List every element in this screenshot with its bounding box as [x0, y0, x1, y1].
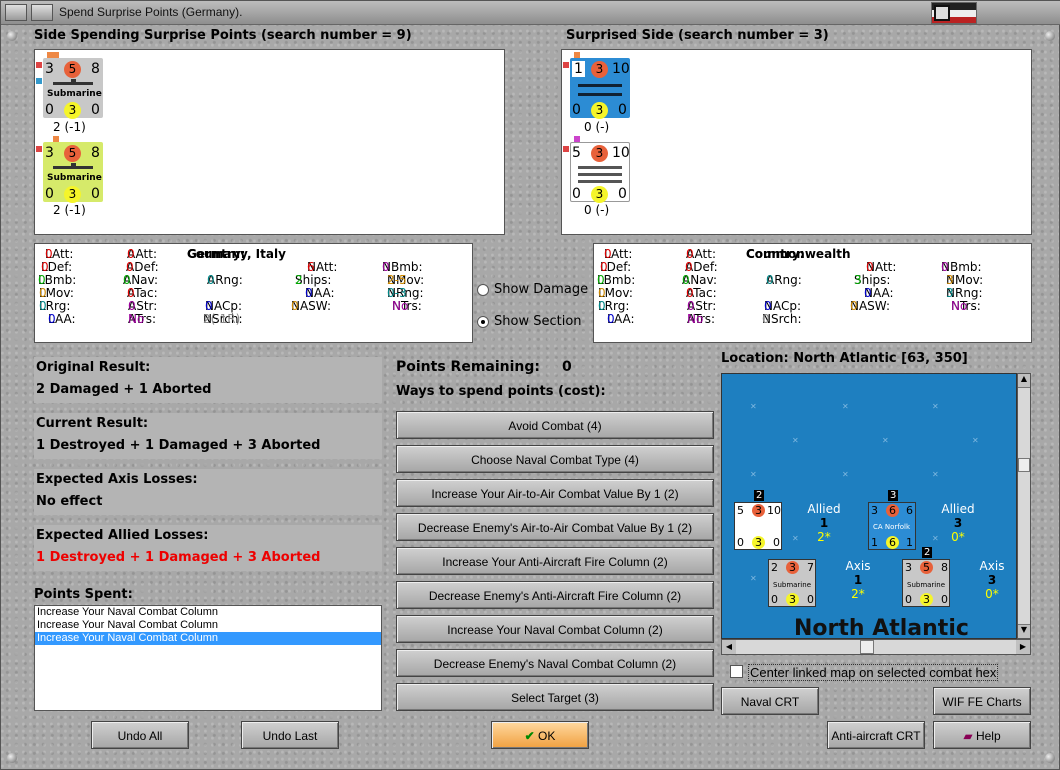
surprised-side-title: Surprised Side (search number = 3): [566, 28, 829, 43]
stats-right-panel: LAtt: 0 AAtt: 0 Country: Commonwealth NA…: [593, 243, 1032, 343]
center-linked-label: Center linked map on selected combat hex: [748, 664, 999, 681]
help-button[interactable]: ▰ Help: [933, 721, 1031, 749]
unit-value: 2 (-1): [53, 203, 86, 217]
points-remaining-label: Points Remaining:: [396, 359, 541, 375]
stats-left-panel: LAtt: 0 AAtt: 0 Country: Germany, Italy …: [34, 243, 473, 343]
increase-naval-combat-button[interactable]: Increase Your Naval Combat Column (2): [396, 615, 714, 643]
spending-side-title: Side Spending Surprise Points (search nu…: [34, 28, 412, 43]
show-section-radio[interactable]: [477, 316, 489, 328]
checkmark-icon: ✔: [524, 729, 535, 743]
anti-aircraft-crt-button[interactable]: Anti-aircraft CRT: [827, 721, 925, 749]
decrease-enemy-anti-aircraft-button[interactable]: Decrease Enemy's Anti-Aircraft Fire Colu…: [396, 581, 714, 609]
spending-side-units: 3 5 8 Submarine 0 3 0 2 (-1) 3 5 8 Subma…: [34, 49, 505, 235]
map-sub-counter[interactable]: 358 Submarine 030: [902, 559, 950, 607]
scroll-right-icon[interactable]: ▶: [1016, 640, 1030, 654]
map-sub-counter[interactable]: 237 Submarine 030: [768, 559, 816, 607]
undo-last-button[interactable]: Undo Last: [241, 721, 339, 749]
show-damage-label: Show Damage: [494, 282, 589, 297]
wif-fe-charts-button[interactable]: WIF FE Charts: [933, 687, 1031, 715]
decrease-enemy-naval-combat-button[interactable]: Decrease Enemy's Naval Combat Column (2): [396, 649, 714, 677]
points-spent-list[interactable]: Increase Your Naval Combat Column Increa…: [34, 605, 382, 711]
stack-count: 2: [754, 490, 765, 501]
system-menu-button[interactable]: [5, 4, 27, 21]
increase-anti-aircraft-button[interactable]: Increase Your Anti-Aircraft Fire Column …: [396, 547, 714, 575]
sea-area-name: North Atlantic: [794, 616, 969, 639]
allied-hex-1: Allied 1 2*: [807, 502, 841, 544]
scroll-thumb[interactable]: [860, 640, 874, 654]
location-label: Location: North Atlantic [63, 350]: [721, 351, 968, 366]
undo-all-button[interactable]: Undo All: [91, 721, 189, 749]
germany-flag-icon: [931, 2, 977, 24]
avoid-combat-button[interactable]: Avoid Combat (4): [396, 411, 714, 439]
unit-value: 2 (-1): [53, 120, 86, 134]
show-section-label: Show Section: [494, 314, 582, 329]
select-target-button[interactable]: Select Target (3): [396, 683, 714, 711]
list-item[interactable]: Increase Your Naval Combat Column: [35, 606, 381, 619]
current-result-value: 1 Destroyed + 1 Damaged + 3 Aborted: [34, 435, 382, 459]
help-book-icon: ▰: [963, 729, 973, 743]
title-bar: Spend Surprise Points (Germany).: [1, 1, 1060, 25]
location-map[interactable]: ✕ ✕ ✕ ✕ ✕ ✕ ✕ ✕ ✕ ✕ ✕ ✕ 5 3 10 030 2 Allied 1 2* 366…: [721, 373, 1017, 639]
center-linked-checkbox[interactable]: [730, 665, 743, 678]
stack-count: 2: [922, 547, 933, 558]
decrease-enemy-air-to-air-button[interactable]: Decrease Enemy's Air-to-Air Combat Value…: [396, 513, 714, 541]
window-title: Spend Surprise Points (Germany).: [59, 5, 243, 19]
map-ship-counter[interactable]: 366 CA Norfolk 161: [868, 502, 916, 550]
original-result-label: Original Result:: [34, 357, 382, 379]
unit-value: 0 (-): [584, 120, 610, 134]
dialog-window: Spend Surprise Points (Germany). Side Sp…: [0, 0, 1060, 770]
map-horizontal-scrollbar[interactable]: ◀ ▶: [721, 639, 1031, 655]
current-result-label: Current Result:: [34, 413, 382, 435]
list-item[interactable]: Increase Your Naval Combat Column: [35, 619, 381, 632]
axis-hex-1: Axis 1 2*: [845, 559, 871, 601]
show-damage-radio[interactable]: [477, 284, 489, 296]
axis-hex-2: Axis 3 0*: [979, 559, 1005, 601]
original-result-value: 2 Damaged + 1 Aborted: [34, 379, 382, 403]
surprised-side-units: 1 3 10 0 3 0 0 (-) 5 3 10 0 3 0 0 (-): [561, 49, 1032, 235]
unit-value: 0 (-): [584, 203, 610, 217]
choose-naval-combat-type-button[interactable]: Choose Naval Combat Type (4): [396, 445, 714, 473]
unit-counter[interactable]: 3 5 8 Submarine 0 3 0: [36, 136, 103, 203]
axis-losses-value: No effect: [34, 491, 382, 515]
list-item[interactable]: Increase Your Naval Combat Column: [35, 632, 381, 645]
ok-button[interactable]: ✔ OK: [491, 721, 589, 749]
naval-crt-button[interactable]: Naval CRT: [721, 687, 819, 715]
unit-counter[interactable]: 1 3 10 0 3 0: [563, 52, 630, 119]
unit-counter[interactable]: 3 5 8 Submarine 0 3 0: [36, 52, 103, 119]
scroll-down-icon[interactable]: ▼: [1018, 624, 1030, 638]
increase-air-to-air-button[interactable]: Increase Your Air-to-Air Combat Value By…: [396, 479, 714, 507]
map-ship-counter[interactable]: 5 3 10 030: [734, 502, 782, 550]
points-remaining-value: 0: [562, 359, 572, 375]
map-vertical-scrollbar[interactable]: ▲ ▼: [1017, 373, 1031, 639]
scroll-left-icon[interactable]: ◀: [722, 640, 736, 654]
stack-count: 3: [888, 490, 899, 501]
allied-losses-value: 1 Destroyed + 1 Damaged + 3 Aborted: [34, 547, 382, 571]
minimize-button[interactable]: [31, 4, 53, 21]
axis-losses-label: Expected Axis Losses:: [34, 469, 382, 491]
allied-hex-2: Allied 3 0*: [941, 502, 975, 544]
scroll-thumb[interactable]: [1018, 458, 1030, 472]
unit-counter[interactable]: 5 3 10 0 3 0: [563, 136, 630, 203]
points-spent-label: Points Spent:: [34, 587, 133, 602]
allied-losses-label: Expected Allied Losses:: [34, 525, 382, 547]
ways-to-spend-label: Ways to spend points (cost):: [396, 384, 606, 399]
scroll-up-icon[interactable]: ▲: [1018, 374, 1030, 388]
